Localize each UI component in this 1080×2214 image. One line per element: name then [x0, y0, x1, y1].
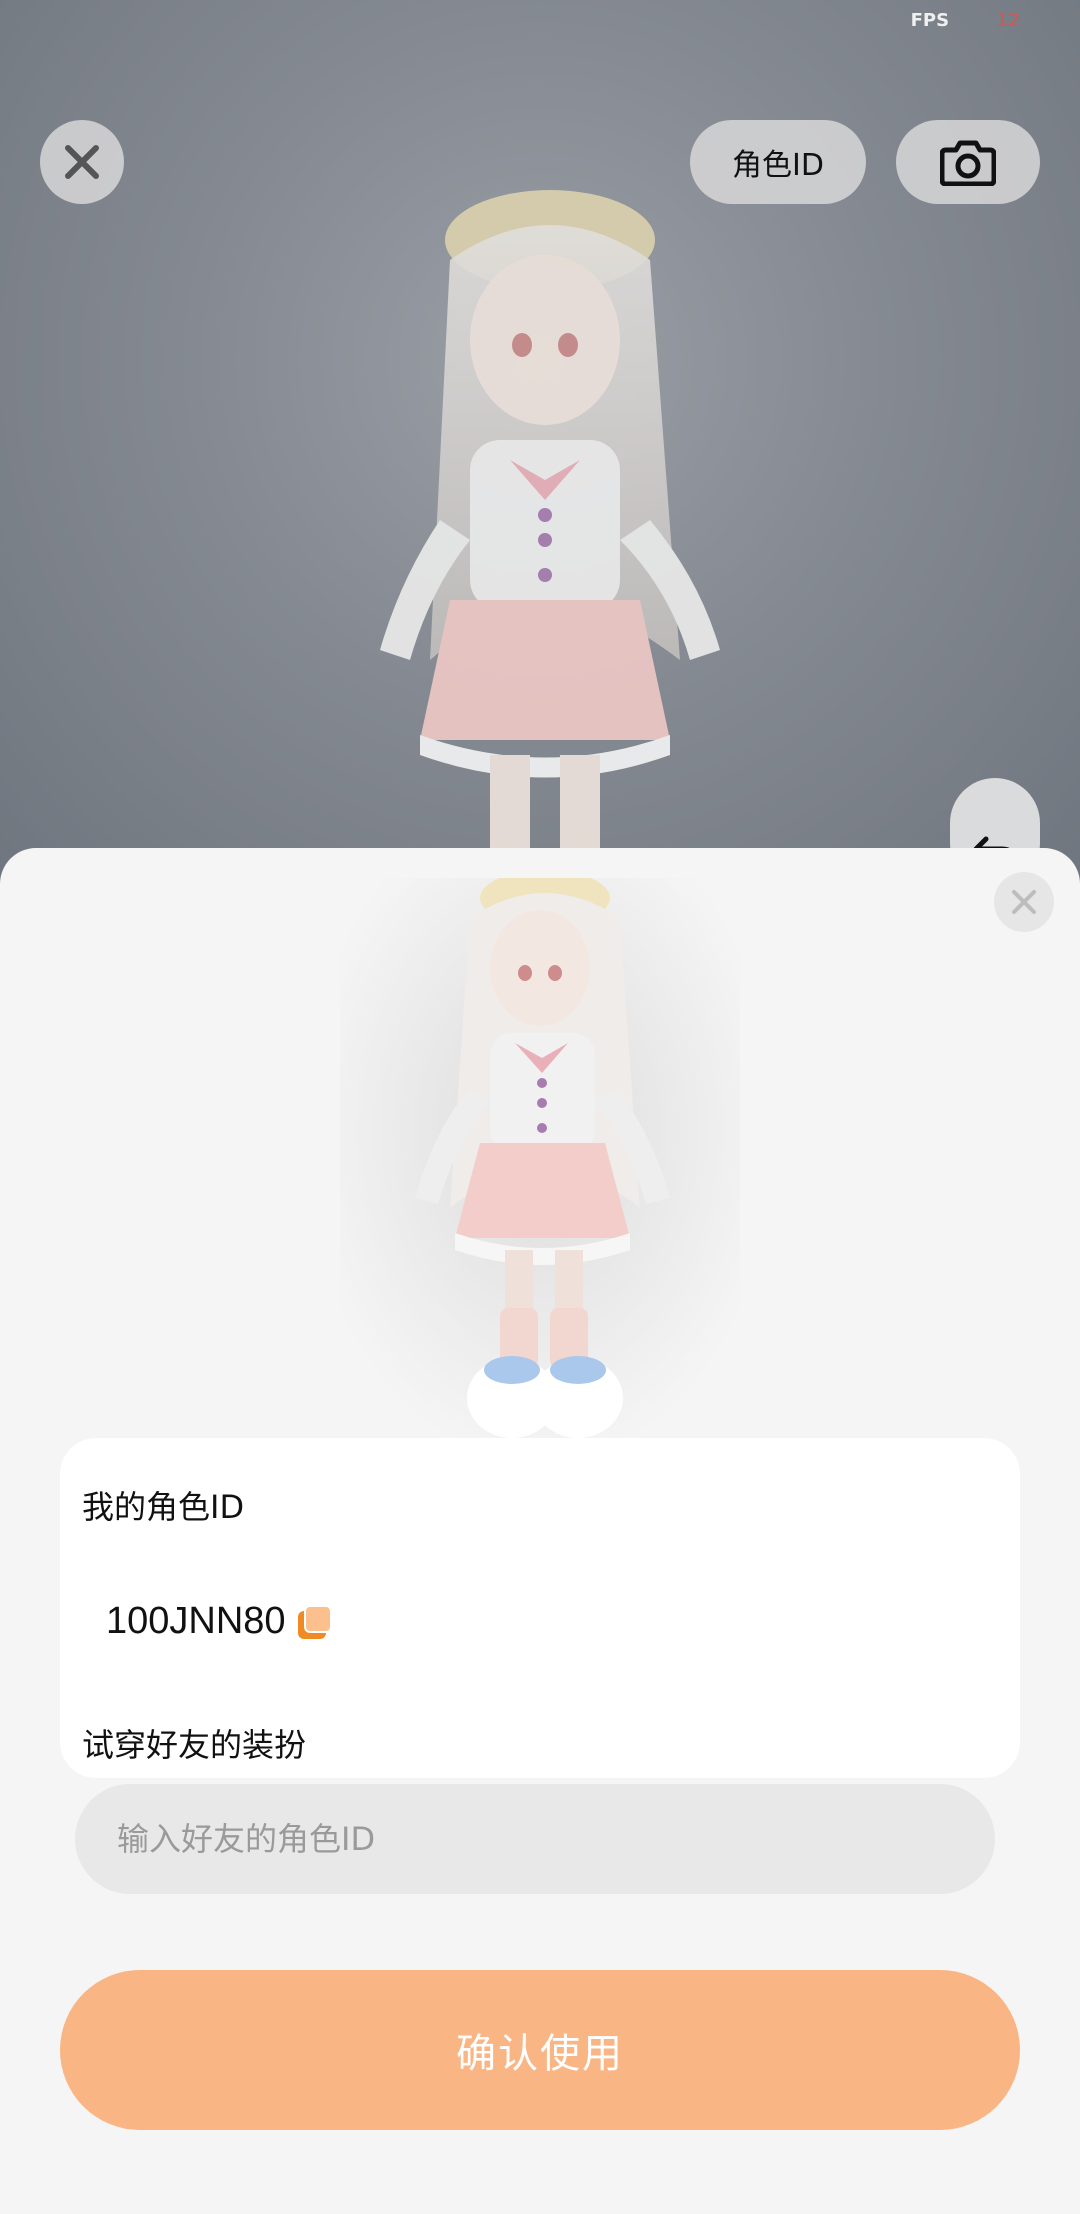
friend-role-id-input[interactable]: [75, 1820, 995, 1858]
camera-icon: [940, 140, 996, 186]
avatar-character: [380, 190, 720, 900]
close-icon: [1012, 890, 1036, 914]
role-id-button-label: 角色ID: [732, 148, 824, 183]
tryon-friend-label: 试穿好友的装扮: [82, 1726, 307, 1764]
role-id-sheet: 我的角色ID 100JNN80 试穿好友的装扮 确认使用: [0, 848, 1080, 2214]
fps-value: 12: [997, 10, 1020, 31]
copy-icon[interactable]: [297, 1604, 332, 1639]
close-icon: [65, 145, 99, 179]
my-role-id-row: 100JNN80: [106, 1600, 332, 1643]
camera-button[interactable]: [896, 120, 1040, 204]
sheet-close-button[interactable]: [994, 872, 1054, 932]
confirm-button-label: 确认使用: [456, 2031, 624, 2077]
fps-counter: FPS 12: [911, 10, 1020, 31]
close-scene-button[interactable]: [40, 120, 124, 204]
role-id-card: 我的角色ID 100JNN80 试穿好友的装扮: [60, 1438, 1020, 1778]
my-role-id-label: 我的角色ID: [82, 1488, 245, 1526]
role-id-button[interactable]: 角色ID: [690, 120, 866, 204]
avatar-preview: [340, 878, 740, 1438]
my-role-id-value: 100JNN80: [106, 1600, 286, 1642]
fps-label: FPS: [910, 10, 950, 31]
friend-role-id-field[interactable]: [75, 1784, 995, 1894]
confirm-button[interactable]: 确认使用: [60, 1970, 1020, 2130]
